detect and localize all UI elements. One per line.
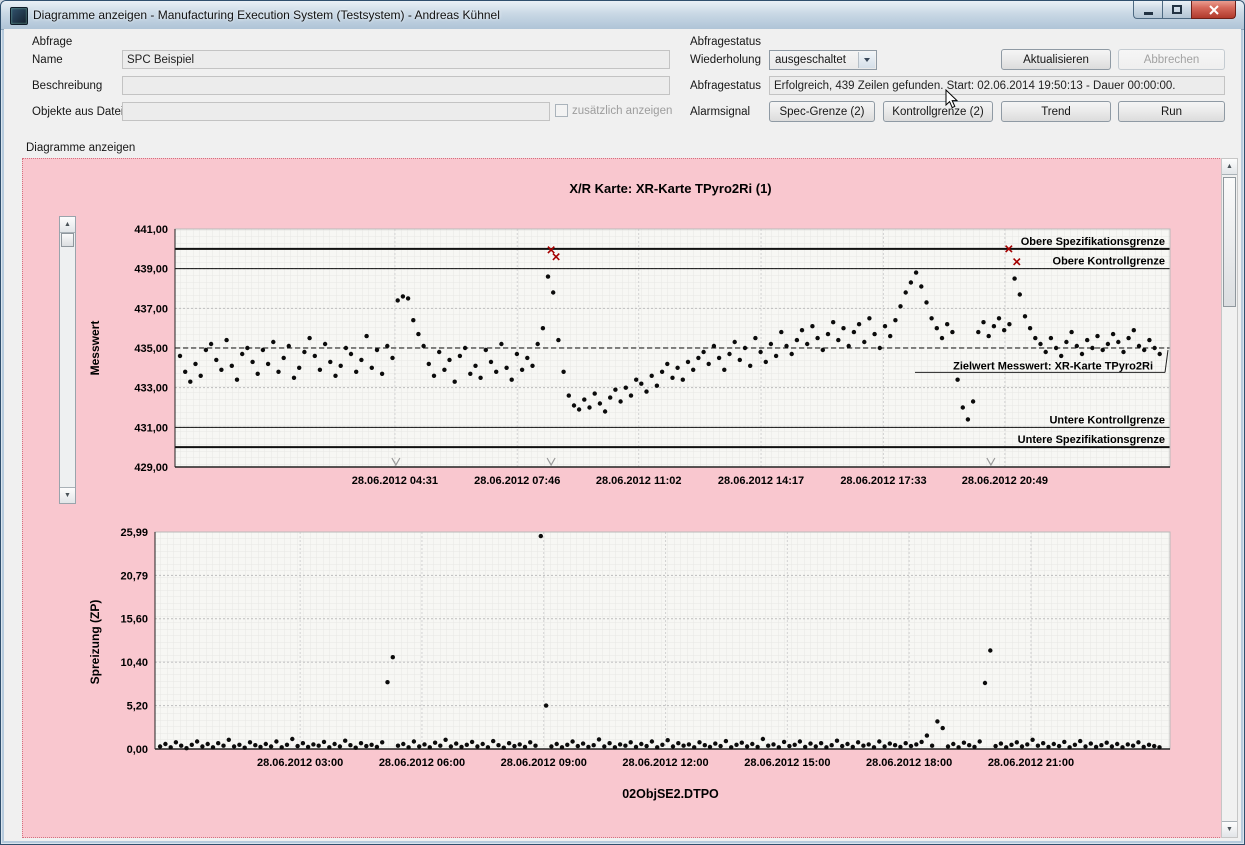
maximize-icon [1172,5,1182,14]
aktualisieren-button[interactable]: Aktualisieren [1001,49,1111,70]
svg-text:10,40: 10,40 [120,657,148,669]
up-arrow-icon: ▲ [64,221,71,228]
scrollbar-down-button[interactable]: ▼ [1222,821,1237,837]
scrollbar-up-button[interactable]: ▲ [1222,159,1237,175]
vertical-scrollbar[interactable]: ▲ ▼ [1221,158,1238,838]
titlebar[interactable]: Diagramme anzeigen - Manufacturing Execu… [1,1,1244,30]
app-icon [10,7,28,25]
svg-text:25,99: 25,99 [120,527,148,539]
svg-text:28.06.2012 06:00: 28.06.2012 06:00 [379,757,465,769]
chevron-down-icon [864,58,870,62]
maximize-button[interactable] [1162,1,1191,19]
svg-text:441,00: 441,00 [134,224,168,236]
caption-buttons [1133,1,1236,19]
svg-text:28.06.2012 14:17: 28.06.2012 14:17 [718,475,804,487]
svg-text:28.06.2012 18:00: 28.06.2012 18:00 [866,757,952,769]
abfragestatus-value-field [769,76,1225,95]
svg-text:28.06.2012 12:00: 28.06.2012 12:00 [622,757,708,769]
svg-text:28.06.2012 11:02: 28.06.2012 11:02 [596,475,682,487]
svg-text:28.06.2012 21:00: 28.06.2012 21:00 [988,757,1074,769]
slider-up-button[interactable]: ▲ [60,217,75,233]
window-title: Diagramme anzeigen - Manufacturing Execu… [33,8,500,22]
svg-text:Zielwert Messwert: XR-Karte TP: Zielwert Messwert: XR-Karte TPyro2Ri [953,360,1153,372]
mouse-cursor [945,89,959,110]
chart-title: X/R Karte: XR-Karte TPyro2Ri (1) [173,181,1168,196]
diagram-panel: X/R Karte: XR-Karte TPyro2Ri (1) ▲ ▼ Mes… [22,158,1222,838]
svg-text:15,60: 15,60 [120,614,148,626]
svg-text:28.06.2012 09:00: 28.06.2012 09:00 [501,757,587,769]
svg-text:28.06.2012 03:00: 28.06.2012 03:00 [257,757,343,769]
svg-text:433,00: 433,00 [134,383,168,395]
svg-text:28.06.2012 17:33: 28.06.2012 17:33 [840,475,926,487]
close-button[interactable] [1191,1,1236,19]
group-label-abfrage: Abfrage [32,36,72,48]
section-label-diagramme: Diagramme anzeigen [26,142,135,154]
zusaetzlich-anzeigen-label: zusätzlich anzeigen [572,105,672,117]
minimize-button[interactable] [1133,1,1162,19]
svg-text:5,20: 5,20 [127,701,148,713]
spec-grenze-button[interactable]: Spec-Grenze (2) [769,101,875,122]
svg-text:20,79: 20,79 [120,570,148,582]
trend-button[interactable]: Trend [1001,101,1111,122]
zusaetzlich-anzeigen-checkbox[interactable] [555,104,568,117]
svg-text:Untere Kontrollgrenze: Untere Kontrollgrenze [1049,414,1165,426]
objekte-aus-datei-label: Objekte aus Datei [32,106,123,118]
chart-vertical-slider[interactable]: ▲ ▼ [59,216,76,504]
slider-down-button[interactable]: ▼ [60,487,75,503]
group-label-abfragestatus: Abfragestatus [690,36,761,48]
beschreibung-label: Beschreibung [32,80,102,92]
up-arrow-icon: ▲ [1226,163,1233,170]
name-input[interactable] [122,50,670,69]
wiederholung-value: ausgeschaltet [775,54,846,66]
alarmsignal-label: Alarmsignal [690,106,750,118]
svg-text:429,00: 429,00 [134,462,168,474]
client-area: Abfrage Name Beschreibung Objekte aus Da… [4,29,1241,841]
scrollbar-thumb[interactable] [1223,177,1236,307]
svg-text:431,00: 431,00 [134,422,168,434]
svg-text:Untere Spezifikationsgrenze: Untere Spezifikationsgrenze [1018,434,1165,446]
abfragestatus-label: Abfragestatus [690,80,761,92]
beschreibung-input[interactable] [122,76,670,95]
wiederholung-dropdown[interactable]: ausgeschaltet [769,50,877,70]
dropdown-arrow-box[interactable] [858,52,875,68]
wiederholung-label: Wiederholung [690,54,761,66]
svg-text:439,00: 439,00 [134,264,168,276]
name-label: Name [32,54,63,66]
svg-text:28.06.2012 04:31: 28.06.2012 04:31 [352,475,438,487]
svg-text:28.06.2012 20:49: 28.06.2012 20:49 [962,475,1048,487]
svg-text:Obere Spezifikationsgrenze: Obere Spezifikationsgrenze [1021,236,1165,248]
svg-text:Obere Kontrollgrenze: Obere Kontrollgrenze [1053,256,1165,268]
app-window: Diagramme anzeigen - Manufacturing Execu… [0,0,1245,845]
kontrollgrenze-button[interactable]: Kontrollgrenze (2) [883,101,993,122]
down-arrow-icon: ▼ [1226,826,1233,833]
down-arrow-icon: ▼ [64,492,71,499]
slider-thumb[interactable] [61,233,74,247]
x-axis-title: 02ObjSE2.DTPO [173,787,1168,801]
abbrechen-button[interactable]: Abbrechen [1118,49,1225,70]
svg-text:435,00: 435,00 [134,343,168,355]
objekte-aus-datei-input[interactable] [122,102,550,121]
spreizung-chart: 25,99 20,79 15,60 10,40 5,20 0,00 28.06.2012 0… [83,519,1193,781]
svg-text:28.06.2012 07:46: 28.06.2012 07:46 [474,475,560,487]
close-icon [1209,5,1219,15]
svg-text:0,00: 0,00 [127,744,148,756]
minimize-icon [1144,12,1153,15]
xr-chart: 441,00 439,00 437,00 435,00 433,00 431,00 429,… [83,211,1193,513]
svg-text:437,00: 437,00 [134,303,168,315]
svg-text:28.06.2012 15:00: 28.06.2012 15:00 [744,757,830,769]
run-button[interactable]: Run [1118,101,1225,122]
